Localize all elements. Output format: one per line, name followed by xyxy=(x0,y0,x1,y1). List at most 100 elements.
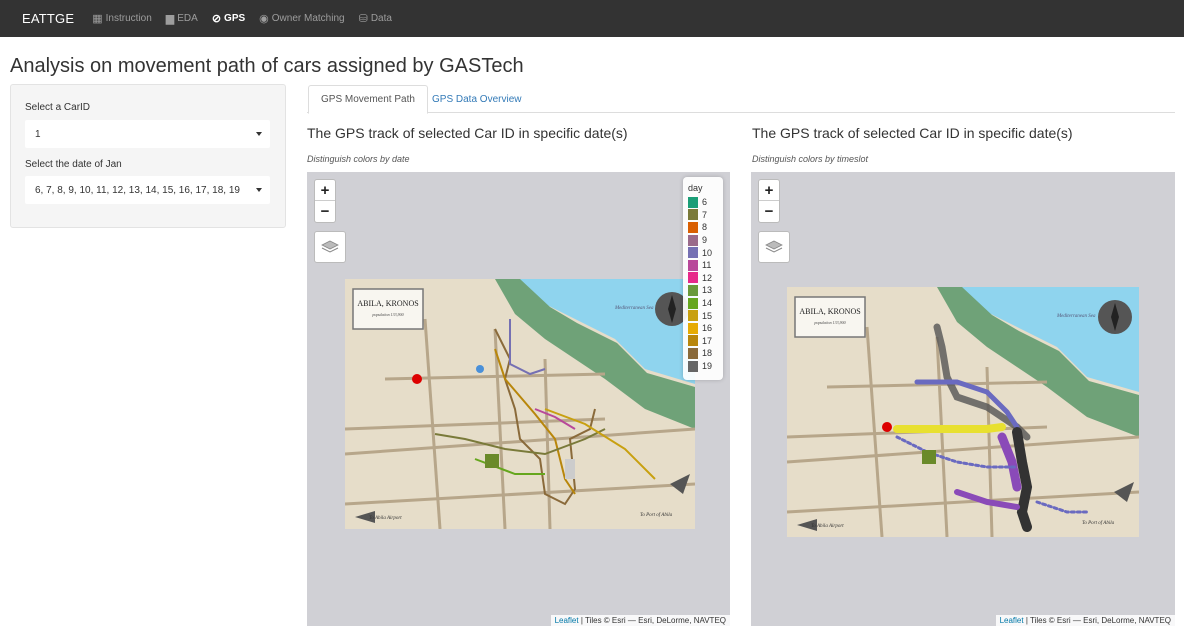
legend-swatch xyxy=(688,272,698,284)
legend-label: 13 xyxy=(702,285,713,296)
legend-label: 19 xyxy=(702,361,713,372)
legend-swatch xyxy=(688,284,698,296)
attribution-text: | Tiles © Esri — Esri, DeLorme, NAVTEQ xyxy=(578,616,726,625)
legend-entry: 10 xyxy=(688,246,718,259)
legend-label: 12 xyxy=(702,272,713,283)
legend-swatch xyxy=(688,322,698,334)
legend-entry: 15 xyxy=(688,309,718,322)
map-attribution: Leaflet | Tiles © Esri — Esri, DeLorme, … xyxy=(550,615,730,626)
tab-bar: GPS Movement Path GPS Data Overview xyxy=(307,85,1175,114)
nav-owner-matching-label: Owner Matching xyxy=(271,13,345,24)
layers-control-button[interactable] xyxy=(758,231,790,263)
attribution-text: | Tiles © Esri — Esri, DeLorme, NAVTEQ xyxy=(1023,616,1171,625)
page-title: Analysis on movement path of cars assign… xyxy=(10,55,524,77)
day-legend: day 6 7 8 9 10 11 12 13 14 15 16 17 18 19 xyxy=(683,177,723,380)
legend-label: 11 xyxy=(702,260,712,271)
legend-swatch xyxy=(688,209,698,221)
chevron-down-icon xyxy=(256,188,262,192)
car-id-value: 1 xyxy=(35,128,41,140)
nav-data[interactable]: ⛁ Data xyxy=(359,12,392,25)
tab-gps-data-overview[interactable]: GPS Data Overview xyxy=(420,85,533,113)
legend-swatch xyxy=(688,234,698,246)
zoom-control: + − xyxy=(758,179,780,223)
legend-label: 15 xyxy=(702,310,713,321)
airport-label: To Abila Airport xyxy=(369,516,402,521)
zoom-control: + − xyxy=(314,179,336,223)
port-label: To Port of Abila xyxy=(640,513,673,518)
legend-entry: 12 xyxy=(688,272,718,285)
right-panel-title: The GPS track of selected Car ID in spec… xyxy=(752,125,1073,141)
date-label: Select the date of Jan xyxy=(25,159,122,170)
map-tile: ABILA, KRONOS population 133,900 Mediter… xyxy=(787,287,1139,537)
legend-label: 16 xyxy=(702,323,713,334)
sea-label: Mediterranean Sea xyxy=(614,306,654,311)
eye-icon: ◉ xyxy=(259,13,269,25)
chevron-down-icon xyxy=(256,132,262,136)
sidebar-panel: Select a CarID 1 Select the date of Jan … xyxy=(10,84,286,228)
navbar: EATTGE ▦ Instruction ▆ EDA ⊘ GPS ◉ Owner… xyxy=(0,0,1184,37)
nav-instruction-label: Instruction xyxy=(105,13,152,24)
leaflet-link[interactable]: Leaflet xyxy=(1000,616,1024,625)
nav-eda-label: EDA xyxy=(177,13,198,24)
legend-swatch xyxy=(688,221,698,233)
legend-entry: 11 xyxy=(688,259,718,272)
legend-swatch xyxy=(688,335,698,347)
leaflet-link[interactable]: Leaflet xyxy=(555,616,579,625)
nav-eda[interactable]: ▆ EDA xyxy=(166,12,198,25)
bar-chart-icon: ▆ xyxy=(165,13,175,25)
legend-title: day xyxy=(688,183,703,193)
map-attribution: Leaflet | Tiles © Esri — Esri, DeLorme, … xyxy=(995,615,1175,626)
legend-label: 17 xyxy=(702,335,713,346)
zoom-out-button[interactable]: − xyxy=(315,201,335,222)
legend-entry: 8 xyxy=(688,221,718,234)
car-id-label: Select a CarID xyxy=(25,102,91,113)
map-icon: ▦ xyxy=(92,13,103,25)
zoom-out-button[interactable]: − xyxy=(759,201,779,222)
nav-gps[interactable]: ⊘ GPS xyxy=(212,12,245,25)
legend-label: 18 xyxy=(702,348,713,359)
legend-swatch xyxy=(688,297,698,309)
layers-control-button[interactable] xyxy=(314,231,346,263)
legend-label: 9 xyxy=(702,235,708,246)
left-panel-title: The GPS track of selected Car ID in spec… xyxy=(307,125,628,141)
nav-data-label: Data xyxy=(370,13,392,24)
legend-entry: 6 xyxy=(688,196,718,209)
legend-entry: 9 xyxy=(688,234,718,247)
nav-gps-label: GPS xyxy=(224,13,246,24)
airport-label: To Abila Airport xyxy=(811,524,844,529)
right-panel-subtitle: Distinguish colors by timeslot xyxy=(752,154,869,164)
legend-entry: 19 xyxy=(688,360,718,373)
port-label: To Port of Abila xyxy=(1082,521,1115,526)
legend-swatch xyxy=(688,247,698,259)
layers-icon xyxy=(765,240,783,253)
tab-gps-movement-path[interactable]: GPS Movement Path xyxy=(308,85,428,114)
legend-label: 8 xyxy=(702,222,708,233)
legend-label: 7 xyxy=(702,209,708,220)
left-panel-subtitle: Distinguish colors by date xyxy=(307,154,410,164)
nav-owner-matching[interactable]: ◉ Owner Matching xyxy=(259,12,344,25)
car-id-select[interactable]: 1 xyxy=(25,120,270,148)
legend-entry: 13 xyxy=(688,284,718,297)
legend-swatch xyxy=(688,347,698,359)
date-select[interactable]: 6, 7, 8, 9, 10, 11, 12, 13, 14, 15, 16, … xyxy=(25,176,270,204)
legend-entry: 18 xyxy=(688,347,718,360)
left-map[interactable]: ABILA, KRONOS population 133,900 Mediter… xyxy=(307,172,730,626)
legend-swatch xyxy=(688,360,698,372)
map-tile: ABILA, KRONOS population 133,900 Mediter… xyxy=(345,279,695,529)
map-tile-title: ABILA, KRONOS xyxy=(357,299,418,308)
legend-entry: 14 xyxy=(688,297,718,310)
legend-swatch xyxy=(688,196,698,208)
zoom-in-button[interactable]: + xyxy=(759,180,779,201)
brand-title[interactable]: EATTGE xyxy=(0,11,92,26)
legend-swatch xyxy=(688,259,698,271)
legend-label: 14 xyxy=(702,298,713,309)
database-icon: ⛁ xyxy=(358,13,368,25)
right-map[interactable]: ABILA, KRONOS population 133,900 Mediter… xyxy=(751,172,1175,626)
legend-swatch xyxy=(688,310,698,322)
nav-instruction[interactable]: ▦ Instruction xyxy=(92,12,152,25)
zoom-in-button[interactable]: + xyxy=(315,180,335,201)
map-tile-title: ABILA, KRONOS xyxy=(799,307,860,316)
legend-entry: 16 xyxy=(688,322,718,335)
compass-icon: ⊘ xyxy=(211,13,222,25)
legend-entry: 7 xyxy=(688,209,718,222)
